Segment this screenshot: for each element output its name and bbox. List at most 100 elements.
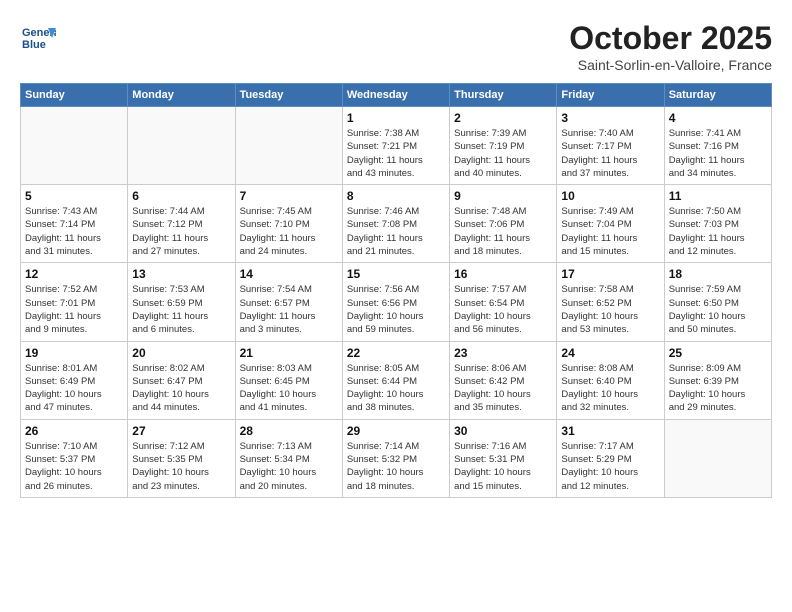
day-number: 10 (561, 189, 659, 203)
day-cell: 18Sunrise: 7:59 AM Sunset: 6:50 PM Dayli… (664, 263, 771, 341)
day-info: Sunrise: 7:43 AM Sunset: 7:14 PM Dayligh… (25, 205, 123, 258)
day-cell: 3Sunrise: 7:40 AM Sunset: 7:17 PM Daylig… (557, 107, 664, 185)
day-info: Sunrise: 7:41 AM Sunset: 7:16 PM Dayligh… (669, 127, 767, 180)
day-info: Sunrise: 8:02 AM Sunset: 6:47 PM Dayligh… (132, 362, 230, 415)
week-row-3: 12 Sunrise: 7:52 AM Sunset: 7:01 PM Dayli… (21, 263, 772, 341)
day-cell: 5 Sunrise: 7:43 AM Sunset: 7:14 PM Daylig… (21, 185, 128, 263)
weekday-header-sunday: Sunday (21, 84, 128, 107)
weekday-header-monday: Monday (128, 84, 235, 107)
day-cell: 26 Sunrise: 7:10 AM Sunset: 5:37 PM Dayli… (21, 419, 128, 497)
title-block: October 2025 Saint-Sorlin-en-Valloire, F… (569, 20, 772, 73)
day-number: 27 (132, 424, 230, 438)
week-row-5: 26 Sunrise: 7:10 AM Sunset: 5:37 PM Dayli… (21, 419, 772, 497)
day-info: Sunrise: 7:14 AM Sunset: 5:32 PM Dayligh… (347, 440, 445, 493)
day-cell: 2 Sunrise: 7:39 AM Sunset: 7:19 PM Daylig… (450, 107, 557, 185)
day-info: Sunrise: 7:45 AM Sunset: 7:10 PM Dayligh… (240, 205, 338, 258)
day-number: 29 (347, 424, 445, 438)
month-year: October 2025 (569, 20, 772, 57)
page-header: General Blue October 2025 Saint-Sorlin-e… (20, 20, 772, 73)
day-cell: 8 Sunrise: 7:46 AM Sunset: 7:08 PM Daylig… (342, 185, 449, 263)
day-number: 11 (669, 189, 767, 203)
day-number: 14 (240, 267, 338, 281)
day-info: Sunrise: 7:58 AM Sunset: 6:52 PM Dayligh… (561, 283, 659, 336)
day-number: 6 (132, 189, 230, 203)
day-number: 3 (561, 111, 659, 125)
day-number: 15 (347, 267, 445, 281)
weekday-header-saturday: Saturday (664, 84, 771, 107)
day-cell: 1Sunrise: 7:38 AM Sunset: 7:21 PM Daylig… (342, 107, 449, 185)
day-number: 31 (561, 424, 659, 438)
day-number: 17 (561, 267, 659, 281)
day-info: Sunrise: 7:10 AM Sunset: 5:37 PM Dayligh… (25, 440, 123, 493)
day-cell: 12 Sunrise: 7:52 AM Sunset: 7:01 PM Dayli… (21, 263, 128, 341)
day-info: Sunrise: 7:48 AM Sunset: 7:06 PM Dayligh… (454, 205, 552, 258)
day-number: 12 (25, 267, 123, 281)
day-info: Sunrise: 7:50 AM Sunset: 7:03 PM Dayligh… (669, 205, 767, 258)
weekday-header-thursday: Thursday (450, 84, 557, 107)
day-cell (21, 107, 128, 185)
day-number: 26 (25, 424, 123, 438)
day-info: Sunrise: 8:01 AM Sunset: 6:49 PM Dayligh… (25, 362, 123, 415)
day-number: 5 (25, 189, 123, 203)
day-number: 19 (25, 346, 123, 360)
day-cell: 16 Sunrise: 7:57 AM Sunset: 6:54 PM Dayli… (450, 263, 557, 341)
day-cell: 14Sunrise: 7:54 AM Sunset: 6:57 PM Dayli… (235, 263, 342, 341)
day-number: 7 (240, 189, 338, 203)
day-cell (235, 107, 342, 185)
day-info: Sunrise: 7:39 AM Sunset: 7:19 PM Dayligh… (454, 127, 552, 180)
weekday-header-wednesday: Wednesday (342, 84, 449, 107)
day-info: Sunrise: 7:53 AM Sunset: 6:59 PM Dayligh… (132, 283, 230, 336)
day-cell: 24 Sunrise: 8:08 AM Sunset: 6:40 PM Dayli… (557, 341, 664, 419)
day-cell: 17 Sunrise: 7:58 AM Sunset: 6:52 PM Dayli… (557, 263, 664, 341)
day-cell: 23Sunrise: 8:06 AM Sunset: 6:42 PM Dayli… (450, 341, 557, 419)
day-info: Sunrise: 7:46 AM Sunset: 7:08 PM Dayligh… (347, 205, 445, 258)
day-number: 22 (347, 346, 445, 360)
day-info: Sunrise: 8:08 AM Sunset: 6:40 PM Dayligh… (561, 362, 659, 415)
day-number: 23 (454, 346, 552, 360)
calendar-table: SundayMondayTuesdayWednesdayThursdayFrid… (20, 83, 772, 498)
day-cell: 7 Sunrise: 7:45 AM Sunset: 7:10 PM Daylig… (235, 185, 342, 263)
day-cell: 30 Sunrise: 7:16 AM Sunset: 5:31 PM Dayli… (450, 419, 557, 497)
day-info: Sunrise: 7:12 AM Sunset: 5:35 PM Dayligh… (132, 440, 230, 493)
week-row-4: 19 Sunrise: 8:01 AM Sunset: 6:49 PM Dayli… (21, 341, 772, 419)
day-info: Sunrise: 7:57 AM Sunset: 6:54 PM Dayligh… (454, 283, 552, 336)
day-info: Sunrise: 7:17 AM Sunset: 5:29 PM Dayligh… (561, 440, 659, 493)
day-number: 25 (669, 346, 767, 360)
day-cell: 28Sunrise: 7:13 AM Sunset: 5:34 PM Dayli… (235, 419, 342, 497)
day-number: 30 (454, 424, 552, 438)
day-number: 1 (347, 111, 445, 125)
week-row-1: 1Sunrise: 7:38 AM Sunset: 7:21 PM Daylig… (21, 107, 772, 185)
day-info: Sunrise: 7:44 AM Sunset: 7:12 PM Dayligh… (132, 205, 230, 258)
day-number: 28 (240, 424, 338, 438)
day-cell: 19 Sunrise: 8:01 AM Sunset: 6:49 PM Dayli… (21, 341, 128, 419)
day-info: Sunrise: 8:03 AM Sunset: 6:45 PM Dayligh… (240, 362, 338, 415)
day-number: 2 (454, 111, 552, 125)
day-info: Sunrise: 7:49 AM Sunset: 7:04 PM Dayligh… (561, 205, 659, 258)
day-info: Sunrise: 7:16 AM Sunset: 5:31 PM Dayligh… (454, 440, 552, 493)
day-info: Sunrise: 7:52 AM Sunset: 7:01 PM Dayligh… (25, 283, 123, 336)
day-number: 24 (561, 346, 659, 360)
day-info: Sunrise: 8:05 AM Sunset: 6:44 PM Dayligh… (347, 362, 445, 415)
day-cell: 25Sunrise: 8:09 AM Sunset: 6:39 PM Dayli… (664, 341, 771, 419)
day-cell: 22 Sunrise: 8:05 AM Sunset: 6:44 PM Dayli… (342, 341, 449, 419)
day-cell: 6 Sunrise: 7:44 AM Sunset: 7:12 PM Daylig… (128, 185, 235, 263)
day-cell: 9Sunrise: 7:48 AM Sunset: 7:06 PM Daylig… (450, 185, 557, 263)
day-cell (128, 107, 235, 185)
day-cell: 4 Sunrise: 7:41 AM Sunset: 7:16 PM Daylig… (664, 107, 771, 185)
week-row-2: 5 Sunrise: 7:43 AM Sunset: 7:14 PM Daylig… (21, 185, 772, 263)
day-cell: 11 Sunrise: 7:50 AM Sunset: 7:03 PM Dayli… (664, 185, 771, 263)
day-info: Sunrise: 7:56 AM Sunset: 6:56 PM Dayligh… (347, 283, 445, 336)
location: Saint-Sorlin-en-Valloire, France (569, 57, 772, 73)
day-number: 16 (454, 267, 552, 281)
day-number: 4 (669, 111, 767, 125)
day-number: 20 (132, 346, 230, 360)
logo: General Blue (20, 20, 56, 56)
day-number: 8 (347, 189, 445, 203)
day-info: Sunrise: 7:59 AM Sunset: 6:50 PM Dayligh… (669, 283, 767, 336)
day-number: 21 (240, 346, 338, 360)
day-cell (664, 419, 771, 497)
day-cell: 13Sunrise: 7:53 AM Sunset: 6:59 PM Dayli… (128, 263, 235, 341)
day-cell: 10 Sunrise: 7:49 AM Sunset: 7:04 PM Dayli… (557, 185, 664, 263)
svg-text:Blue: Blue (22, 39, 46, 51)
day-cell: 31 Sunrise: 7:17 AM Sunset: 5:29 PM Dayli… (557, 419, 664, 497)
